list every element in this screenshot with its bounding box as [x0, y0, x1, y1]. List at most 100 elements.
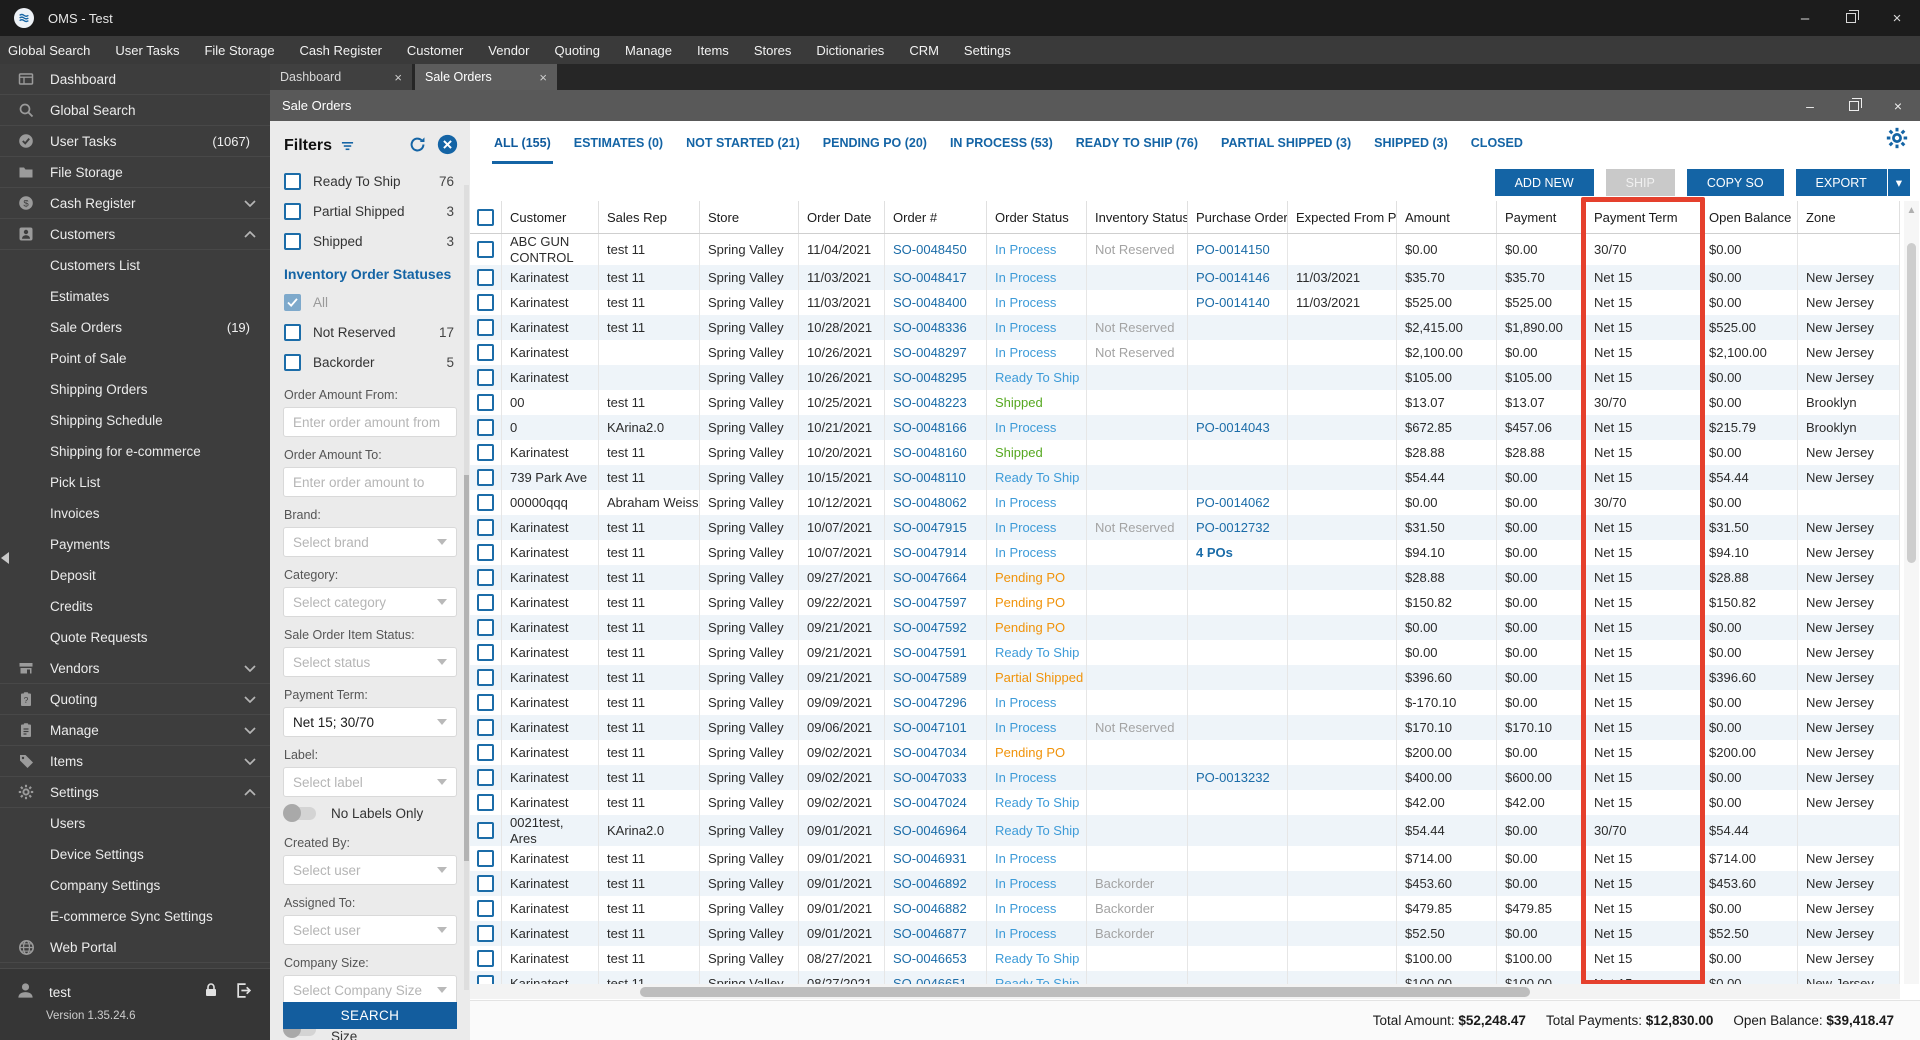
horizontal-scrollbar[interactable]	[470, 984, 1900, 999]
tab-estimates-0[interactable]: ESTIMATES (0)	[572, 136, 665, 164]
order-link[interactable]: SO-0048110	[893, 470, 966, 485]
row-checkbox[interactable]	[477, 875, 494, 893]
category-select[interactable]: Select category	[283, 587, 457, 617]
row-checkbox[interactable]	[477, 822, 494, 840]
order-link[interactable]: SO-0048417	[893, 270, 967, 285]
row-checkbox[interactable]	[477, 925, 494, 943]
header-cell-amount[interactable]: Amount	[1397, 201, 1497, 233]
order-link[interactable]: SO-0048400	[893, 295, 967, 310]
sidebar-item-shipping-schedule[interactable]: Shipping Schedule	[0, 405, 270, 436]
table-row[interactable]: Karinatest test 11 Spring Valley 10/07/2021…	[470, 540, 1900, 566]
order-link[interactable]: SO-0048062	[893, 495, 967, 510]
table-row[interactable]: Karinatest test 11 Spring Valley 09/02/2021…	[470, 765, 1900, 791]
sidebar-item-shipping-orders[interactable]: Shipping Orders	[0, 374, 270, 405]
table-row[interactable]: Karinatest test 11 Spring Valley 11/03/2021…	[470, 265, 1900, 291]
table-row[interactable]: 0021test, Ares KArina2.0 Spring Valley 09/0…	[470, 815, 1900, 847]
row-checkbox[interactable]	[477, 344, 494, 362]
row-checkbox[interactable]	[477, 850, 494, 868]
filters-scrollbar[interactable]	[464, 185, 469, 990]
row-checkbox[interactable]	[477, 975, 494, 984]
tab-pending-po-20[interactable]: PENDING PO (20)	[821, 136, 929, 164]
sidebar-item-customers-list[interactable]: Customers List	[0, 250, 270, 281]
scroll-up-icon[interactable]: ▲	[1907, 205, 1917, 216]
order-link[interactable]: SO-0046877	[893, 926, 967, 941]
header-cell-payment[interactable]: Payment	[1497, 201, 1586, 233]
header-cell-inventory-status[interactable]: Inventory Status	[1087, 201, 1188, 233]
select-all-checkbox[interactable]	[477, 208, 494, 226]
checkbox[interactable]	[284, 293, 301, 311]
no-labels-only-toggle[interactable]	[283, 804, 316, 822]
table-row[interactable]: Karinatest test 11 Spring Valley 08/27/2021…	[470, 946, 1900, 972]
close-icon[interactable]: ×	[1874, 0, 1920, 36]
header-cell-zone[interactable]: Zone	[1798, 201, 1900, 233]
order-link[interactable]: SO-0047024	[893, 795, 967, 810]
horizontal-scrollbar-thumb[interactable]	[640, 986, 1530, 997]
table-row[interactable]: Karinatest test 11 Spring Valley 09/27/2021…	[470, 565, 1900, 591]
sidebar-item-payments[interactable]: Payments	[0, 529, 270, 560]
table-row[interactable]: 00000qqq Abraham Weiss Spring Valley 10/12/…	[470, 490, 1900, 516]
order-link[interactable]: SO-0046653	[893, 951, 967, 966]
checkbox[interactable]	[284, 232, 301, 250]
row-checkbox[interactable]	[477, 794, 494, 812]
table-row[interactable]: Karinatest test 11 Spring Valley 09/21/2021…	[470, 640, 1900, 666]
row-checkbox[interactable]	[477, 744, 494, 762]
table-row[interactable]: Karinatest test 11 Spring Valley 09/01/2021…	[470, 846, 1900, 872]
sidebar-item-web-portal[interactable]: Web Portal	[0, 932, 270, 963]
sidebar-item-customers[interactable]: Customers	[0, 219, 270, 250]
restore-icon[interactable]	[1828, 0, 1874, 36]
row-checkbox[interactable]	[477, 644, 494, 662]
assigned-to-select[interactable]: Select user	[283, 915, 457, 945]
table-row[interactable]: ABC GUN CONTROL test 11 Spring Valley 11/04…	[470, 234, 1900, 266]
row-checkbox[interactable]	[477, 769, 494, 787]
menu-item-cash-register[interactable]: Cash Register	[300, 43, 382, 58]
row-checkbox[interactable]	[477, 294, 494, 312]
header-cell-purchase-order[interactable]: Purchase Order #	[1188, 201, 1288, 233]
tab-ready-to-ship-76[interactable]: READY TO SHIP (76)	[1074, 136, 1200, 164]
lock-icon[interactable]	[203, 982, 219, 1002]
menu-item-settings[interactable]: Settings	[964, 43, 1011, 58]
header-cell-customer[interactable]: Customer	[502, 201, 599, 233]
table-row[interactable]: 739 Park Ave test 11 Spring Valley 10/15/20…	[470, 465, 1900, 491]
menu-item-global-search[interactable]: Global Search	[8, 43, 90, 58]
row-checkbox[interactable]	[477, 719, 494, 737]
sidebar-item-items[interactable]: Items	[0, 746, 270, 777]
po-link[interactable]: PO-0014140	[1196, 295, 1270, 310]
tab-shipped-3[interactable]: SHIPPED (3)	[1372, 136, 1450, 164]
order-amount-from-input[interactable]	[283, 407, 457, 437]
order-link[interactable]: SO-0047592	[893, 620, 967, 635]
order-link[interactable]: SO-0047597	[893, 595, 967, 610]
sidebar-item-company-settings[interactable]: Company Settings	[0, 870, 270, 901]
order-link[interactable]: SO-0046892	[893, 876, 967, 891]
table-row[interactable]: Karinatest test 11 Spring Valley 09/01/2021…	[470, 896, 1900, 922]
checkbox[interactable]	[284, 353, 301, 371]
table-row[interactable]: Karinatest test 11 Spring Valley 09/02/2021…	[470, 740, 1900, 766]
vertical-scrollbar[interactable]: ▲	[1904, 201, 1919, 984]
po-link[interactable]: PO-0014062	[1196, 495, 1270, 510]
menu-item-crm[interactable]: CRM	[909, 43, 939, 58]
sidebar-item-users[interactable]: Users	[0, 808, 270, 839]
sidebar-item-credits[interactable]: Credits	[0, 591, 270, 622]
order-link[interactable]: SO-0047296	[893, 695, 967, 710]
table-row[interactable]: Karinatest test 11 Spring Valley 10/28/2021…	[470, 315, 1900, 341]
table-row[interactable]: Karinatest test 11 Spring Valley 09/02/2021…	[470, 790, 1900, 816]
row-checkbox[interactable]	[477, 950, 494, 968]
po-link[interactable]: PO-0012732	[1196, 520, 1270, 535]
row-checkbox[interactable]	[477, 569, 494, 587]
table-row[interactable]: Karinatest test 11 Spring Valley 08/27/2021…	[470, 971, 1900, 984]
row-checkbox[interactable]	[477, 494, 494, 512]
table-row[interactable]: Karinatest test 11 Spring Valley 09/06/2021…	[470, 715, 1900, 741]
row-checkbox[interactable]	[477, 519, 494, 537]
po-link[interactable]: PO-0014150	[1196, 242, 1270, 257]
header-cell-sales-rep[interactable]: Sales Rep	[599, 201, 700, 233]
row-checkbox[interactable]	[477, 594, 494, 612]
order-link[interactable]: SO-0047914	[893, 545, 967, 560]
tab-partial-shipped-3[interactable]: PARTIAL SHIPPED (3)	[1219, 136, 1353, 164]
row-checkbox[interactable]	[477, 544, 494, 562]
order-link[interactable]: SO-0046931	[893, 851, 967, 866]
logout-icon[interactable]	[235, 982, 252, 1002]
po-link[interactable]: PO-0014146	[1196, 270, 1270, 285]
order-link[interactable]: SO-0047101	[893, 720, 967, 735]
tab-in-process-53[interactable]: IN PROCESS (53)	[948, 136, 1055, 164]
menu-item-dictionaries[interactable]: Dictionaries	[816, 43, 884, 58]
sidebar-item-point-of-sale[interactable]: Point of Sale	[0, 343, 270, 374]
